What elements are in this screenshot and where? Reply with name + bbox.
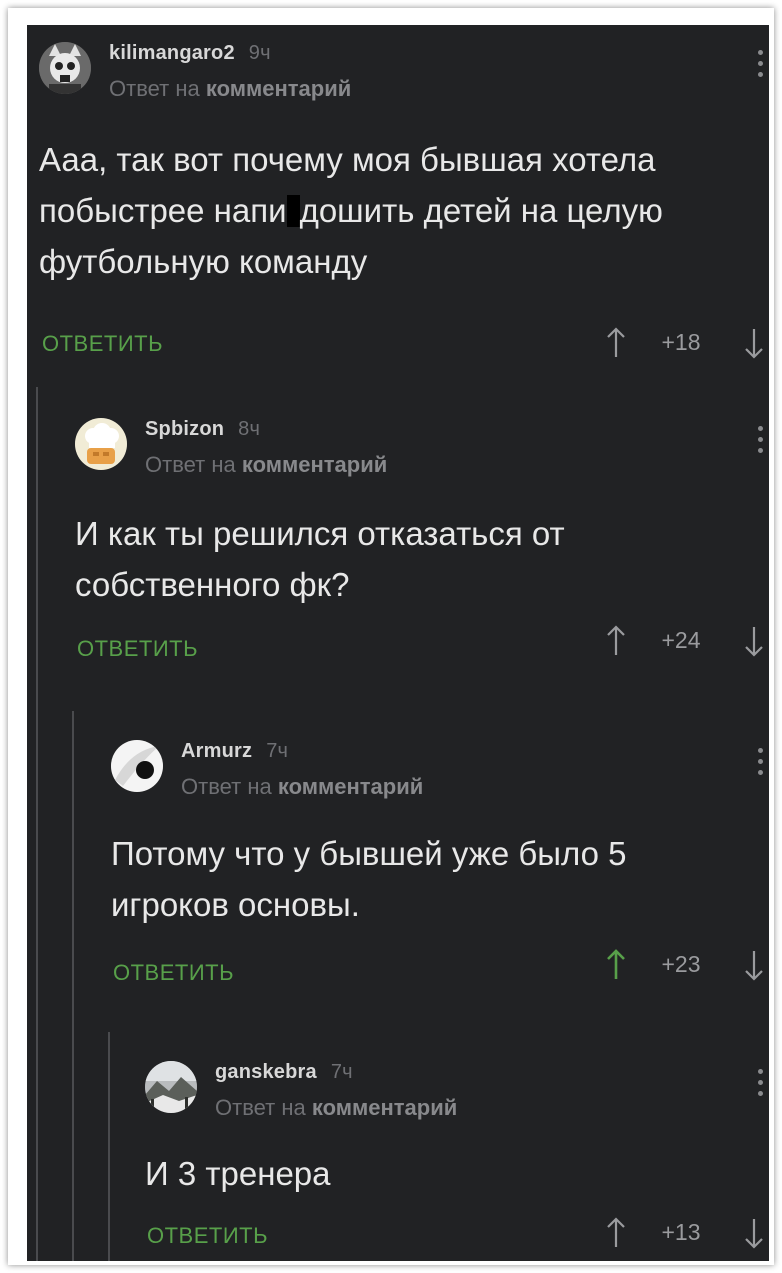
comment-time: 8ч xyxy=(238,418,261,440)
thread-line-level-1[interactable] xyxy=(36,387,38,1261)
comment-text: И 3 тренера xyxy=(145,1155,331,1192)
white-feather-avatar[interactable] xyxy=(111,740,163,792)
author-name[interactable]: ganskebra xyxy=(215,1061,317,1083)
wolf-skull-avatar[interactable] xyxy=(39,42,91,94)
reply-to-label: Ответ на комментарий xyxy=(109,76,351,102)
vote-controls: +24 xyxy=(605,623,765,663)
vote-score: +24 xyxy=(661,627,701,653)
comment-text: Потому что у бывшей уже было 5 игроков о… xyxy=(111,835,627,923)
downvote-arrow-icon[interactable] xyxy=(743,949,765,981)
vote-score: +18 xyxy=(661,329,701,355)
reply-to-link[interactable]: комментарий xyxy=(206,76,351,101)
upvote-arrow-icon[interactable] xyxy=(605,949,627,981)
more-menu-icon[interactable] xyxy=(755,426,765,456)
reply-to-link[interactable]: комментарий xyxy=(312,1095,457,1120)
vote-score: +13 xyxy=(661,1219,701,1245)
reply-to-prefix: Ответ на xyxy=(181,774,272,799)
censor-block xyxy=(286,195,300,227)
author-name[interactable]: Armurz xyxy=(181,740,252,762)
downvote-arrow-icon[interactable] xyxy=(743,625,765,657)
vote-controls: +13 xyxy=(605,1215,765,1255)
comment-time: 7ч xyxy=(266,740,289,762)
thread-line-level-3[interactable] xyxy=(108,1032,110,1261)
upvote-arrow-icon[interactable] xyxy=(605,327,627,359)
vote-score: +23 xyxy=(661,951,701,977)
comment-author[interactable]: Spbizon 8ч xyxy=(145,418,260,441)
downvote-arrow-icon[interactable] xyxy=(743,1217,765,1249)
chef-hat-avatar[interactable] xyxy=(75,418,127,470)
reply-button[interactable]: ОТВЕТИТЬ xyxy=(113,960,234,986)
snowy-landscape-avatar[interactable] xyxy=(145,1061,197,1113)
comment-author[interactable]: ganskebra 7ч xyxy=(215,1061,353,1084)
comment-thread: kilimangaro2 9ч Ответ на комментарий Ааа,… xyxy=(27,25,769,1261)
reply-button[interactable]: ОТВЕТИТЬ xyxy=(42,331,163,357)
thread-line-level-2[interactable] xyxy=(72,711,74,1261)
upvote-arrow-icon[interactable] xyxy=(605,1217,627,1249)
more-menu-icon[interactable] xyxy=(755,50,765,80)
reply-button[interactable]: ОТВЕТИТЬ xyxy=(77,636,198,662)
vote-controls: +18 xyxy=(605,325,765,365)
comment-text: Ааа, так вот почему моя бывшая хотела по… xyxy=(39,134,739,287)
screenshot-frame: kilimangaro2 9ч Ответ на комментарий Ааа,… xyxy=(8,8,774,1265)
more-menu-icon[interactable] xyxy=(755,1069,765,1099)
comment-author[interactable]: kilimangaro2 9ч xyxy=(109,42,271,65)
downvote-arrow-icon[interactable] xyxy=(743,327,765,359)
reply-to-label: Ответ на комментарий xyxy=(181,774,423,800)
reply-to-link[interactable]: комментарий xyxy=(242,452,387,477)
comment-time: 7ч xyxy=(330,1061,353,1083)
comment-time: 9ч xyxy=(248,42,271,64)
author-name[interactable]: Spbizon xyxy=(145,418,224,440)
reply-to-label: Ответ на комментарий xyxy=(215,1095,457,1121)
comment-text: И как ты решился отказаться от собственн… xyxy=(75,515,565,603)
reply-to-label: Ответ на комментарий xyxy=(145,452,387,478)
reply-to-prefix: Ответ на xyxy=(109,76,200,101)
reply-to-prefix: Ответ на xyxy=(215,1095,306,1120)
reply-button[interactable]: ОТВЕТИТЬ xyxy=(147,1223,268,1249)
reply-to-prefix: Ответ на xyxy=(145,452,236,477)
author-name[interactable]: kilimangaro2 xyxy=(109,42,235,64)
more-menu-icon[interactable] xyxy=(755,748,765,778)
comment-author[interactable]: Armurz 7ч xyxy=(181,740,288,763)
vote-controls: +23 xyxy=(605,947,765,987)
upvote-arrow-icon[interactable] xyxy=(605,625,627,657)
reply-to-link[interactable]: комментарий xyxy=(278,774,423,799)
